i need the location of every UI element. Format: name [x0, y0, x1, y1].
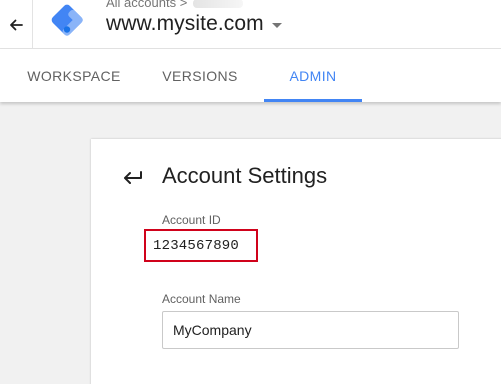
account-name-label: Account Name	[162, 292, 241, 306]
tab-admin[interactable]: ADMIN	[264, 49, 362, 102]
container-selector[interactable]: www.mysite.com	[106, 12, 282, 36]
account-id-highlight: 1234567890	[144, 229, 258, 262]
account-settings-card: Account Settings Account ID 1234567890 A…	[91, 139, 501, 384]
redacted-account-name	[193, 0, 244, 9]
container-name: www.mysite.com	[106, 12, 264, 35]
page-title: Account Settings	[162, 163, 328, 188]
tab-workspace[interactable]: WORKSPACE	[14, 49, 134, 102]
account-id-label: Account ID	[162, 213, 221, 227]
breadcrumb-label: All accounts >	[106, 0, 188, 10]
arrow-left-icon	[10, 19, 23, 30]
settings-back-button[interactable]	[117, 165, 149, 189]
caret-down-icon	[271, 23, 282, 28]
main-tabs: WORKSPACE VERSIONS ADMIN	[0, 49, 501, 102]
arrow-return-icon	[124, 171, 142, 184]
header-back-button[interactable]	[0, 0, 33, 49]
account-id-value: 1234567890	[153, 237, 240, 254]
breadcrumb[interactable]: All accounts >	[106, 0, 244, 10]
tab-versions[interactable]: VERSIONS	[150, 49, 250, 102]
top-header: All accounts > www.mysite.com	[0, 0, 501, 49]
tag-manager-logo-icon	[51, 4, 83, 36]
account-name-input[interactable]	[162, 311, 459, 349]
